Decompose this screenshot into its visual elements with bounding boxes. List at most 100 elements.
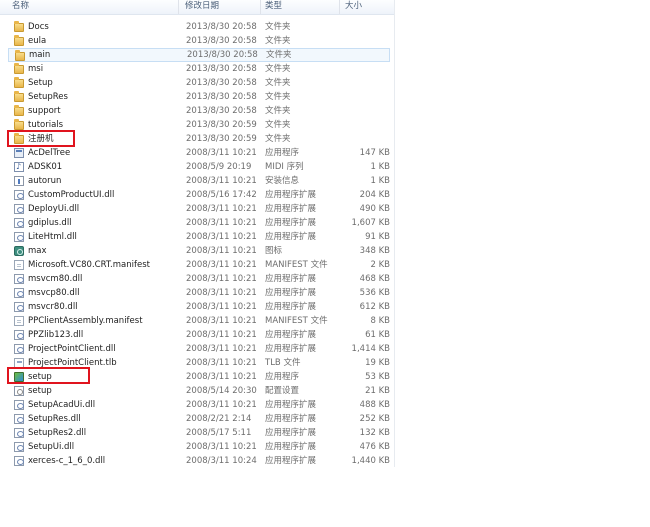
file-name: msvcr80.dll: [28, 302, 78, 312]
file-row[interactable]: DeployUi.dll 2008/3/11 10:21 应用程序扩展 490 KB: [8, 202, 390, 216]
file-type: 文件夹: [265, 106, 291, 116]
file-type: 应用程序扩展: [265, 400, 317, 410]
file-date: 2008/3/11 10:21: [186, 400, 257, 410]
file-date: 2008/5/9 20:19: [186, 162, 252, 172]
file-name: msi: [28, 64, 44, 74]
file-name: PPZlib123.dll: [28, 330, 84, 340]
file-date: 2008/3/11 10:21: [186, 176, 257, 186]
file-row[interactable]: ADSK01 2008/5/9 20:19 MIDI 序列 1 KB: [8, 160, 390, 174]
dll-icon: [14, 232, 24, 242]
file-row[interactable]: autorun 2008/3/11 10:21 安装信息 1 KB: [8, 174, 390, 188]
file-name: Microsoft.VC80.CRT.manifest: [28, 260, 150, 270]
column-divider[interactable]: [178, 0, 179, 14]
column-divider[interactable]: [260, 0, 261, 14]
file-name: DeployUi.dll: [28, 204, 80, 214]
file-size: 468 KB: [359, 274, 390, 284]
folder-row[interactable]: SetupRes 2013/8/30 20:58 文件夹: [8, 90, 390, 104]
column-header-type[interactable]: 类型: [265, 0, 282, 14]
dll-icon: [14, 190, 24, 200]
file-size: 19 KB: [365, 358, 390, 368]
dll-icon: [14, 330, 24, 340]
file-type: 应用程序: [265, 372, 300, 382]
folder-row[interactable]: msi 2013/8/30 20:58 文件夹: [8, 62, 390, 76]
dll-icon: [14, 344, 24, 354]
file-type: 文件夹: [265, 92, 291, 102]
folder-row[interactable]: support 2013/8/30 20:58 文件夹: [8, 104, 390, 118]
column-header-name[interactable]: 名称: [12, 0, 29, 14]
file-type: 应用程序扩展: [265, 274, 317, 284]
file-size: 490 KB: [359, 204, 390, 214]
file-row[interactable]: setup 2008/5/14 20:30 配置设置 21 KB: [8, 384, 390, 398]
file-type: MANIFEST 文件: [265, 260, 328, 270]
file-name: autorun: [28, 176, 62, 186]
dll-icon: [14, 442, 24, 452]
column-header-size[interactable]: 大小: [345, 0, 362, 14]
file-type: 应用程序扩展: [265, 218, 317, 228]
dll-icon: [14, 400, 24, 410]
folder-row[interactable]: eula 2013/8/30 20:58 文件夹: [8, 34, 390, 48]
file-name: eula: [28, 36, 47, 46]
file-date: 2013/8/30 20:58: [186, 22, 257, 32]
file-name: SetupRes2.dll: [28, 428, 87, 438]
dll-icon: [14, 302, 24, 312]
column-header-date[interactable]: 修改日期: [185, 0, 219, 14]
file-date: 2008/3/11 10:21: [186, 204, 257, 214]
file-date: 2008/3/11 10:21: [186, 372, 257, 382]
file-date: 2013/8/30 20:59: [186, 134, 257, 144]
file-name: SetupAcadUi.dll: [28, 400, 96, 410]
folder-row[interactable]: Docs 2013/8/30 20:58 文件夹: [8, 20, 390, 34]
file-type: 文件夹: [265, 36, 291, 46]
file-row[interactable]: msvcp80.dll 2008/3/11 10:21 应用程序扩展 536 KB: [8, 286, 390, 300]
file-type: 应用程序扩展: [265, 414, 317, 424]
file-row[interactable]: SetupRes2.dll 2008/5/17 5:11 应用程序扩展 132 KB: [8, 426, 390, 440]
file-type: 应用程序扩展: [265, 330, 317, 340]
dll-icon: [14, 428, 24, 438]
file-type: TLB 文件: [265, 358, 301, 368]
folder-row[interactable]: main 2013/8/30 20:58 文件夹: [8, 48, 390, 62]
file-type: 文件夹: [266, 50, 292, 60]
file-row[interactable]: Microsoft.VC80.CRT.manifest 2008/3/11 10:…: [8, 258, 390, 272]
file-date: 2008/3/11 10:21: [186, 246, 257, 256]
file-name: SetupRes: [28, 92, 68, 102]
file-size: 488 KB: [359, 400, 390, 410]
file-type: 文件夹: [265, 64, 291, 74]
file-row[interactable]: CustomProductUI.dll 2008/5/16 17:42 应用程序扩展…: [8, 188, 390, 202]
file-name: msvcp80.dll: [28, 288, 80, 298]
dll-icon: [14, 414, 24, 424]
file-row[interactable]: ProjectPointClient.dll 2008/3/11 10:21 应用程…: [8, 342, 390, 356]
max-icon: [14, 246, 24, 256]
file-size: 612 KB: [359, 302, 390, 312]
file-size: 91 KB: [365, 232, 390, 242]
folder-row[interactable]: Setup 2013/8/30 20:58 文件夹: [8, 76, 390, 90]
file-date: 2008/3/11 10:21: [186, 148, 257, 158]
file-date: 2008/5/14 20:30: [186, 386, 257, 396]
folder-icon: [14, 35, 24, 46]
column-header-bar: 名称 修改日期 类型 大小: [0, 0, 394, 15]
file-row[interactable]: SetupAcadUi.dll 2008/3/11 10:21 应用程序扩展 488 …: [8, 398, 390, 412]
file-row[interactable]: PPClientAssembly.manifest 2008/3/11 10:21…: [8, 314, 390, 328]
file-row[interactable]: msvcr80.dll 2008/3/11 10:21 应用程序扩展 612 KB: [8, 300, 390, 314]
file-type: 应用程序扩展: [265, 456, 317, 466]
file-row[interactable]: max 2008/3/11 10:21 图标 348 KB: [8, 244, 390, 258]
midi-file-icon: [14, 160, 24, 174]
file-row[interactable]: AcDelTree 2008/3/11 10:21 应用程序 147 KB: [8, 146, 390, 160]
file-name: setup: [28, 386, 52, 396]
file-row[interactable]: gdiplus.dll 2008/3/11 10:21 应用程序扩展 1,607 KB: [8, 216, 390, 230]
file-type: 应用程序扩展: [265, 344, 317, 354]
file-row[interactable]: SetupUi.dll 2008/3/11 10:21 应用程序扩展 476 KB: [8, 440, 390, 454]
file-row[interactable]: SetupRes.dll 2008/2/21 2:14 应用程序扩展 252 KB: [8, 412, 390, 426]
file-date: 2008/3/11 10:21: [186, 344, 257, 354]
file-size: 61 KB: [365, 330, 390, 340]
file-row[interactable]: LiteHtml.dll 2008/3/11 10:21 应用程序扩展 91 KB: [8, 230, 390, 244]
file-name: main: [29, 50, 51, 60]
column-divider[interactable]: [339, 0, 340, 14]
file-date: 2008/3/11 10:21: [186, 274, 257, 284]
file-row[interactable]: msvcm80.dll 2008/3/11 10:21 应用程序扩展 468 KB: [8, 272, 390, 286]
file-date: 2008/3/11 10:21: [186, 232, 257, 242]
list-right-border: [394, 0, 395, 467]
file-type: 安装信息: [265, 176, 300, 186]
file-name: max: [28, 246, 47, 256]
file-row[interactable]: PPZlib123.dll 2008/3/11 10:21 应用程序扩展 61 KB: [8, 328, 390, 342]
file-size: 536 KB: [359, 288, 390, 298]
file-row[interactable]: xerces-c_1_6_0.dll 2008/3/11 10:24 应用程序扩展 1…: [8, 454, 390, 468]
